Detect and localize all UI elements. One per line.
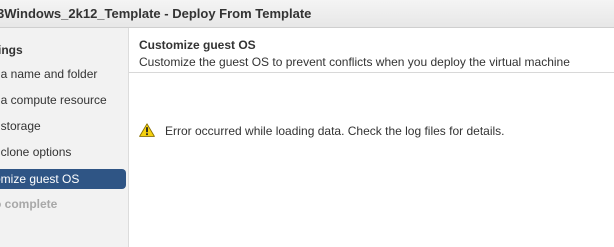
step-customize-guest-os[interactable]: omize guest OS <box>0 169 126 189</box>
error-message: Error occurred while loading data. Check… <box>165 124 505 138</box>
step-label: t clone options <box>0 145 72 159</box>
step-select-compute-resource[interactable]: t a compute resource <box>0 90 126 110</box>
step-select-clone-options[interactable]: t clone options <box>0 142 126 162</box>
step-select-storage[interactable]: t storage <box>0 116 126 136</box>
page-title: Customize guest OS <box>139 38 256 52</box>
step-ready-to-complete: o complete <box>0 194 126 214</box>
step-label: t a name and folder <box>0 67 98 81</box>
page-subtitle: Customize the guest OS to prevent confli… <box>139 55 570 69</box>
step-label: omize guest OS <box>0 172 80 186</box>
step-label: t a compute resource <box>0 93 107 107</box>
dialog-title: 3Windows_2k12_Template - Deploy From Tem… <box>0 6 312 21</box>
sidebar-header: ings <box>0 43 23 57</box>
page-header: Customize guest OS Customize the guest O… <box>129 28 614 73</box>
warning-icon <box>139 123 155 137</box>
wizard-content: Customize guest OS Customize the guest O… <box>129 28 614 247</box>
step-select-name-and-folder[interactable]: t a name and folder <box>0 64 126 84</box>
wizard-steps-sidebar: ings t a name and folder t a compute res… <box>0 28 129 247</box>
step-label: o complete <box>0 197 58 211</box>
step-label: t storage <box>0 119 41 133</box>
dialog-titlebar: 3Windows_2k12_Template - Deploy From Tem… <box>0 0 614 28</box>
